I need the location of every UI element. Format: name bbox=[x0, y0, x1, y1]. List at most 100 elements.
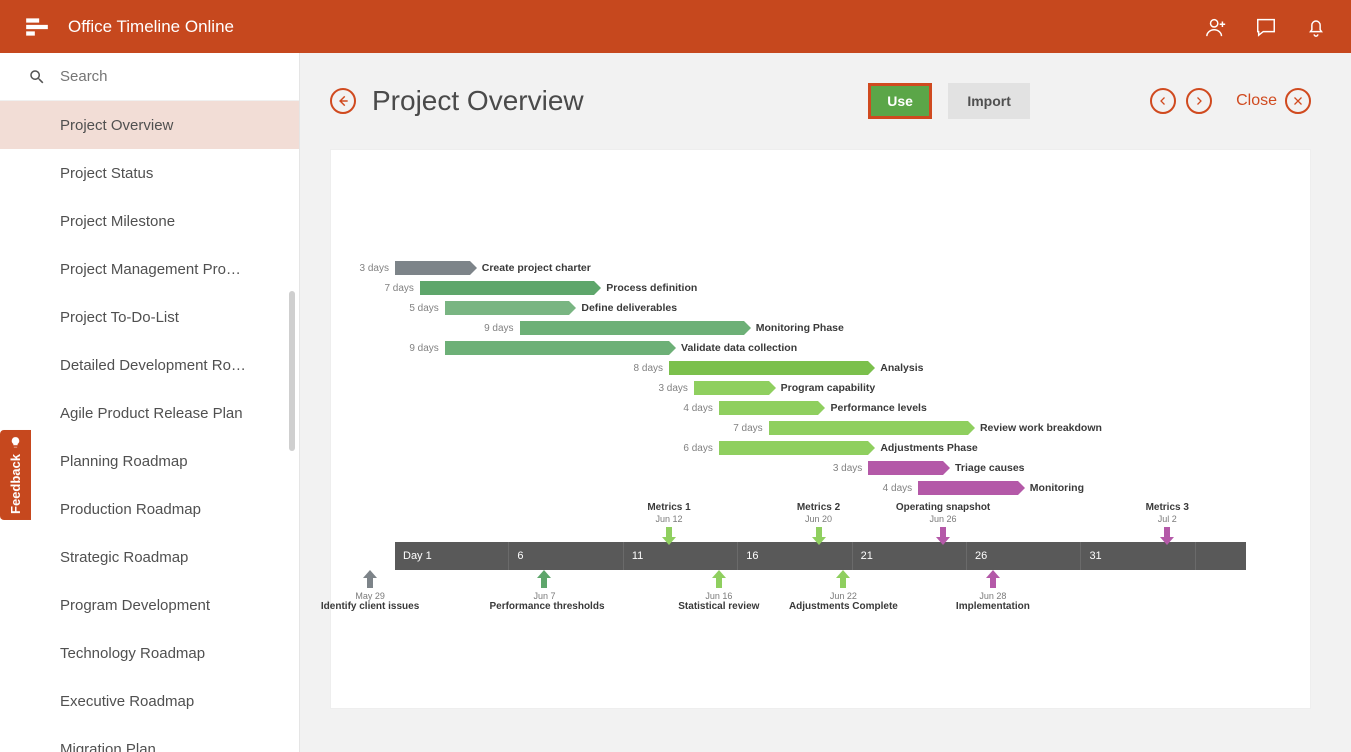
import-button[interactable]: Import bbox=[948, 83, 1030, 119]
task-bar bbox=[769, 421, 968, 435]
milestone-top: Operating snapshotJun 26 bbox=[893, 502, 993, 545]
toolbar: Project Overview Use Import Close bbox=[330, 83, 1311, 119]
template-preview: Day 161116212631 3 daysCreate project ch… bbox=[330, 149, 1311, 709]
axis-tick: 26 bbox=[967, 542, 1081, 570]
task-duration: 6 days bbox=[683, 443, 712, 454]
milestone-top: Metrics 3Jul 2 bbox=[1117, 502, 1217, 545]
milestone-bottom: Jun 28Implementation bbox=[938, 570, 1048, 612]
close-label: Close bbox=[1236, 92, 1277, 110]
task-row: 4 daysMonitoring bbox=[918, 480, 1084, 496]
task-bar bbox=[520, 321, 744, 335]
scrollbar-thumb[interactable] bbox=[289, 291, 295, 451]
sidebar-item-4[interactable]: Project To-Do-List bbox=[0, 293, 299, 341]
milestone-top: Metrics 2Jun 20 bbox=[769, 502, 869, 545]
task-row: 7 daysReview work breakdown bbox=[769, 420, 1102, 436]
search-input[interactable] bbox=[60, 68, 271, 85]
task-name: Adjustments Phase bbox=[880, 442, 977, 454]
use-button[interactable]: Use bbox=[868, 83, 932, 119]
task-duration: 7 days bbox=[384, 283, 413, 294]
task-row: 3 daysTriage causes bbox=[868, 460, 1024, 476]
axis-tick: 11 bbox=[624, 542, 738, 570]
task-duration: 9 days bbox=[484, 323, 513, 334]
task-duration: 4 days bbox=[883, 483, 912, 494]
task-name: Create project charter bbox=[482, 262, 591, 274]
milestone-bottom: Jun 7Performance thresholds bbox=[489, 570, 599, 612]
sidebar: Project OverviewProject StatusProject Mi… bbox=[0, 53, 300, 752]
bell-icon[interactable] bbox=[1305, 16, 1327, 38]
task-row: 9 daysMonitoring Phase bbox=[520, 320, 844, 336]
task-row: 9 daysValidate data collection bbox=[445, 340, 797, 356]
task-name: Validate data collection bbox=[681, 342, 797, 354]
task-duration: 3 days bbox=[658, 383, 687, 394]
header-icon-group bbox=[1205, 16, 1327, 38]
task-name: Review work breakdown bbox=[980, 422, 1102, 434]
task-bar bbox=[719, 401, 819, 415]
task-row: 3 daysCreate project charter bbox=[395, 260, 591, 276]
task-duration: 3 days bbox=[833, 463, 862, 474]
axis-tick: 21 bbox=[853, 542, 967, 570]
sidebar-item-7[interactable]: Planning Roadmap bbox=[0, 437, 299, 485]
app-title: Office Timeline Online bbox=[68, 17, 234, 37]
axis-tick: 31 bbox=[1081, 542, 1195, 570]
app-header: Office Timeline Online bbox=[0, 0, 1351, 53]
arrow-left-icon bbox=[336, 94, 350, 108]
sidebar-item-10[interactable]: Program Development bbox=[0, 581, 299, 629]
task-name: Triage causes bbox=[955, 462, 1024, 474]
sidebar-item-0[interactable]: Project Overview bbox=[0, 101, 299, 149]
task-row: 8 daysAnalysis bbox=[669, 360, 923, 376]
search-icon bbox=[28, 68, 46, 86]
app-logo-icon bbox=[24, 14, 50, 40]
task-duration: 4 days bbox=[683, 403, 712, 414]
task-bar bbox=[445, 301, 570, 315]
prev-button[interactable] bbox=[1150, 88, 1176, 114]
milestone-bottom: Jun 22Adjustments Complete bbox=[788, 570, 898, 612]
task-name: Process definition bbox=[606, 282, 697, 294]
page-title: Project Overview bbox=[372, 85, 584, 117]
sidebar-item-12[interactable]: Executive Roadmap bbox=[0, 677, 299, 725]
task-bar bbox=[694, 381, 769, 395]
axis-tick: 16 bbox=[738, 542, 852, 570]
sidebar-item-13[interactable]: Migration Plan bbox=[0, 725, 299, 752]
next-button[interactable] bbox=[1186, 88, 1212, 114]
chat-icon[interactable] bbox=[1255, 16, 1277, 38]
task-duration: 3 days bbox=[360, 263, 389, 274]
task-row: 7 daysProcess definition bbox=[420, 280, 697, 296]
axis-tick: 6 bbox=[509, 542, 623, 570]
task-duration: 5 days bbox=[409, 303, 438, 314]
task-row: 3 daysProgram capability bbox=[694, 380, 875, 396]
task-name: Performance levels bbox=[830, 402, 926, 414]
task-bar bbox=[868, 461, 943, 475]
chevron-left-icon bbox=[1157, 95, 1169, 107]
task-bar bbox=[918, 481, 1018, 495]
back-button[interactable] bbox=[330, 88, 356, 114]
lightbulb-icon bbox=[9, 436, 22, 449]
axis-tick: Day 1 bbox=[395, 542, 509, 570]
chevron-right-icon bbox=[1193, 95, 1205, 107]
sidebar-item-6[interactable]: Agile Product Release Plan bbox=[0, 389, 299, 437]
milestone-top: Metrics 1Jun 12 bbox=[619, 502, 719, 545]
task-bar bbox=[420, 281, 594, 295]
feedback-label: Feedback bbox=[8, 454, 23, 514]
search-row[interactable] bbox=[0, 53, 299, 101]
task-bar bbox=[445, 341, 669, 355]
task-bar bbox=[719, 441, 868, 455]
task-name: Define deliverables bbox=[581, 302, 677, 314]
task-name: Monitoring bbox=[1030, 482, 1084, 494]
close-button[interactable] bbox=[1285, 88, 1311, 114]
sidebar-item-2[interactable]: Project Milestone bbox=[0, 197, 299, 245]
task-duration: 7 days bbox=[733, 423, 762, 434]
feedback-tab[interactable]: Feedback bbox=[0, 430, 31, 520]
sidebar-list: Project OverviewProject StatusProject Mi… bbox=[0, 101, 299, 752]
axis-tick bbox=[1196, 542, 1246, 570]
sidebar-item-9[interactable]: Strategic Roadmap bbox=[0, 533, 299, 581]
sidebar-item-3[interactable]: Project Management Pro… bbox=[0, 245, 299, 293]
add-user-icon[interactable] bbox=[1205, 16, 1227, 38]
sidebar-item-11[interactable]: Technology Roadmap bbox=[0, 629, 299, 677]
sidebar-item-8[interactable]: Production Roadmap bbox=[0, 485, 299, 533]
task-bar bbox=[669, 361, 868, 375]
sidebar-item-1[interactable]: Project Status bbox=[0, 149, 299, 197]
task-name: Monitoring Phase bbox=[756, 322, 844, 334]
task-bar bbox=[395, 261, 470, 275]
sidebar-item-5[interactable]: Detailed Development Ro… bbox=[0, 341, 299, 389]
gantt-chart: Day 161116212631 3 daysCreate project ch… bbox=[331, 150, 1310, 708]
